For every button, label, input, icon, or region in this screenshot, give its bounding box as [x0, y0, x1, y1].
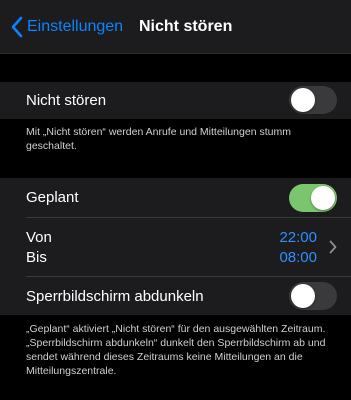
- dnd-label: Nicht stören: [26, 92, 107, 109]
- navigation-bar: Einstellungen Nicht stören: [0, 0, 351, 54]
- to-time: 08:00: [279, 249, 317, 266]
- from-time: 22:00: [279, 229, 317, 246]
- dnd-description: Mit „Nicht stören“ werden Anrufe und Mit…: [26, 126, 291, 152]
- chevron-left-icon: [11, 16, 23, 38]
- toggle-knob: [291, 284, 315, 308]
- back-button-label: Einstellungen: [27, 18, 124, 35]
- schedule-times-cell[interactable]: Von Bis 22:00 08:00: [0, 218, 351, 277]
- dim-lock-description: „Geplant“ aktiviert „Nicht stören“ für d…: [26, 323, 326, 377]
- toggle-knob: [291, 88, 315, 112]
- dim-lock-toggle[interactable]: [289, 282, 337, 310]
- dim-lock-label: Sperrbildschirm abdunkeln: [26, 288, 204, 305]
- dim-lock-cell: Sperrbildschirm abdunkeln: [0, 277, 351, 315]
- page-title: Nicht stören: [139, 18, 233, 35]
- to-label: Bis: [26, 249, 47, 266]
- scheduled-cell: Geplant: [0, 178, 351, 218]
- chevron-right-icon: [329, 240, 337, 254]
- dnd-cell: Nicht stören: [0, 82, 351, 119]
- scheduled-label: Geplant: [26, 189, 79, 206]
- back-button[interactable]: Einstellungen: [10, 14, 123, 40]
- toggle-knob: [311, 186, 335, 210]
- dnd-toggle[interactable]: [289, 86, 337, 114]
- from-label: Von: [26, 229, 52, 246]
- section-gap: [0, 54, 351, 82]
- scheduled-toggle[interactable]: [289, 184, 337, 212]
